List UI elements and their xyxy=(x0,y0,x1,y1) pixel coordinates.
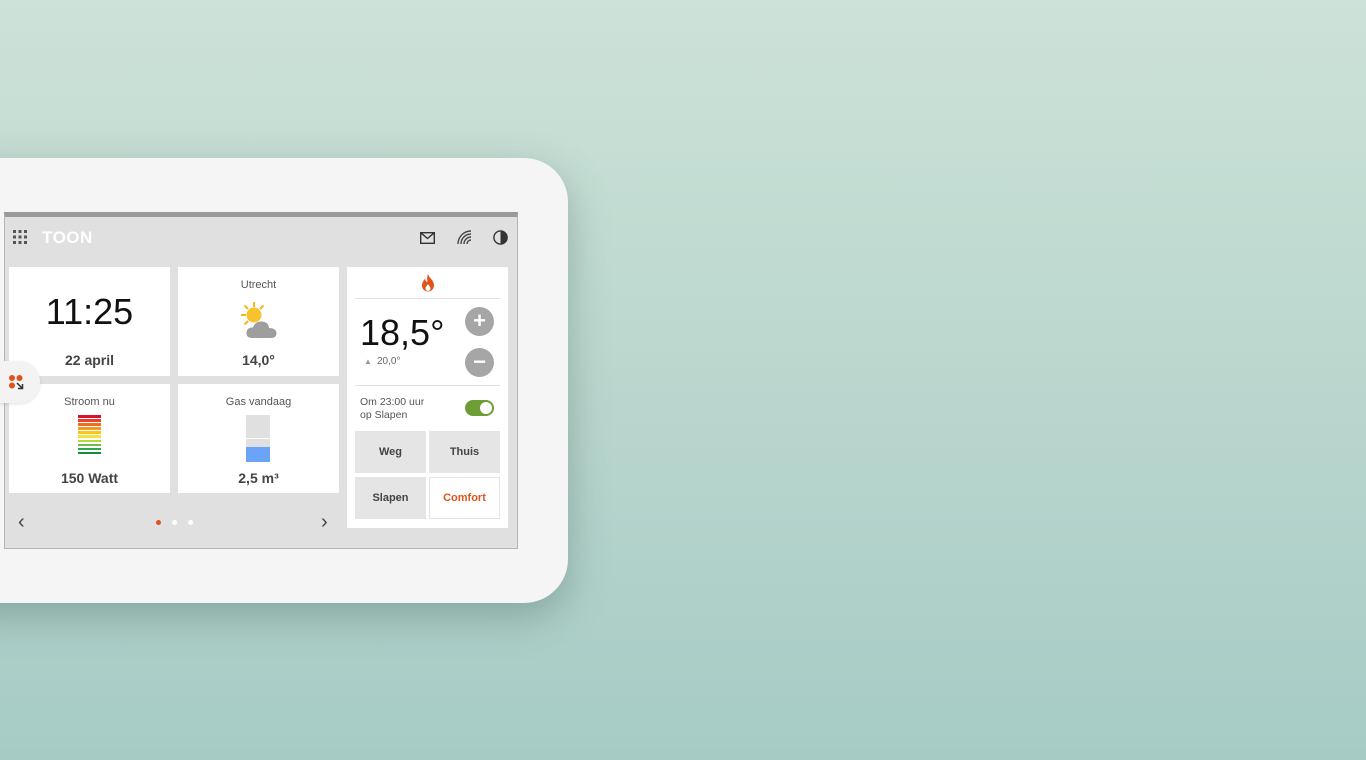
flame-icon xyxy=(419,273,437,293)
clock-tile[interactable]: 11:25 22 april xyxy=(9,267,170,376)
mail-icon[interactable] xyxy=(419,230,436,246)
current-temperature: 18,5° xyxy=(360,312,445,353)
power-bar-segment xyxy=(78,423,101,426)
power-value: 150 Watt xyxy=(60,470,119,486)
previous-page-button[interactable]: ‹ xyxy=(18,512,25,532)
power-bar-segment xyxy=(78,427,101,430)
gas-level-fill xyxy=(246,447,270,462)
setpoint-temperature: 20,0° xyxy=(377,356,401,367)
contrast-icon[interactable] xyxy=(491,228,509,246)
gas-tile[interactable]: Gas vandaag 2,5 m³ xyxy=(178,384,339,493)
weather-city: Utrecht xyxy=(240,279,277,291)
divider xyxy=(355,385,500,386)
wifi-signal-icon[interactable] xyxy=(455,228,473,246)
power-label: Stroom nu xyxy=(64,396,115,408)
mode-comfort-button[interactable]: Comfort xyxy=(429,477,500,519)
power-bar-segment xyxy=(78,419,101,422)
pager-dot[interactable] xyxy=(156,520,161,525)
power-tile[interactable]: Stroom nu 150 Watt xyxy=(9,384,170,493)
gas-level-bar xyxy=(246,415,270,462)
power-bar-segment xyxy=(78,435,101,438)
weather-temperature: 14,0° xyxy=(242,352,275,368)
partly-cloudy-icon xyxy=(238,300,280,342)
apps-grid-icon[interactable] xyxy=(12,229,28,245)
side-menu-tab[interactable] xyxy=(0,361,40,403)
gas-value: 2,5 m³ xyxy=(238,470,279,486)
mode-weg-button[interactable]: Weg xyxy=(355,431,426,473)
power-bar-segment xyxy=(78,447,101,451)
apps-switch-icon xyxy=(7,373,25,391)
mode-thuis-button[interactable]: Thuis xyxy=(429,431,500,473)
schedule-line-1: Om 23:00 uur xyxy=(360,396,425,408)
power-bar-segment xyxy=(78,415,101,418)
power-bar-segment xyxy=(78,431,101,434)
pager-dot[interactable] xyxy=(172,520,177,525)
weather-tile[interactable]: Utrecht 14,0° xyxy=(178,267,339,376)
thermostat-panel: 18,5° ▲ 20,0° + − Om 23:00 uur op Slapen… xyxy=(347,267,508,528)
power-bar-segment xyxy=(78,451,101,455)
increase-temperature-button[interactable]: + xyxy=(465,307,494,336)
decrease-temperature-button[interactable]: − xyxy=(465,348,494,377)
gas-label: Gas vandaag xyxy=(225,396,292,408)
power-bar-segment xyxy=(78,443,101,447)
toon-logo: TOON xyxy=(42,228,93,247)
schedule-toggle[interactable] xyxy=(465,400,494,416)
setpoint-arrow-icon: ▲ xyxy=(364,357,372,366)
pager-dot[interactable] xyxy=(188,520,193,525)
divider xyxy=(355,298,500,299)
power-level-bars xyxy=(78,415,101,456)
schedule-line-2: op Slapen xyxy=(360,409,408,421)
toggle-knob xyxy=(480,402,492,414)
mode-slapen-button[interactable]: Slapen xyxy=(355,477,426,519)
clock-time: 11:25 xyxy=(45,291,134,332)
next-page-button[interactable]: › xyxy=(321,512,328,532)
power-bar-segment xyxy=(78,439,101,443)
